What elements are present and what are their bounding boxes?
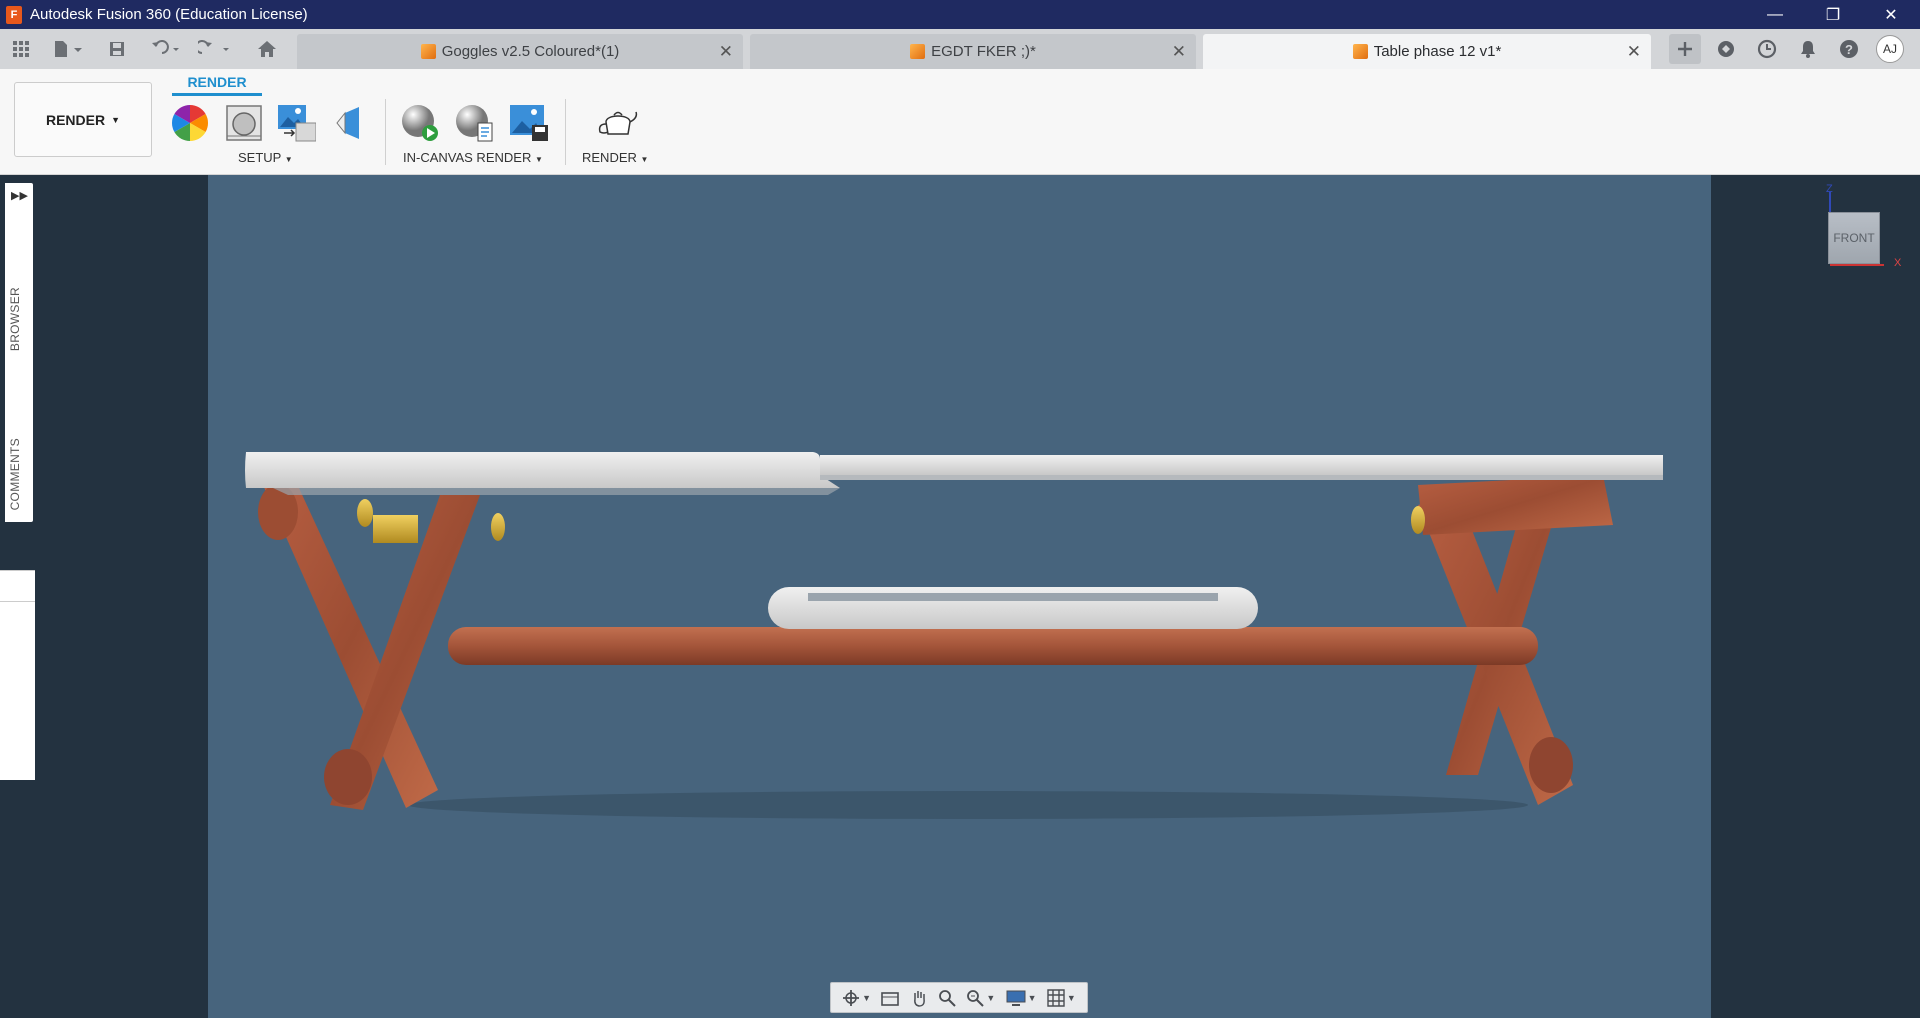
capture-image-icon[interactable] bbox=[508, 102, 548, 144]
tab-label: EGDT FKER ;)* bbox=[931, 43, 1036, 60]
workspace-switcher-button[interactable]: RENDER ▼ bbox=[14, 82, 152, 157]
browser-toggle[interactable]: BROWSER bbox=[8, 287, 22, 351]
render-viewport[interactable] bbox=[208, 175, 1711, 1018]
color-wheel-icon[interactable] bbox=[170, 102, 210, 144]
table-model-render bbox=[245, 452, 1663, 819]
tab-label: Goggles v2.5 Coloured*(1) bbox=[441, 43, 620, 60]
job-status-clock-icon[interactable] bbox=[1751, 34, 1783, 64]
z-axis-label: Z bbox=[1826, 183, 1833, 195]
viewcube-face-label: FRONT bbox=[1833, 231, 1875, 245]
teapot-render-icon[interactable] bbox=[596, 102, 640, 144]
orbit-icon[interactable]: ▼ bbox=[842, 989, 871, 1007]
undo-icon[interactable] bbox=[146, 37, 184, 61]
zoom-icon[interactable] bbox=[938, 989, 956, 1007]
active-tab-underline bbox=[172, 93, 262, 96]
render-settings-icon[interactable] bbox=[454, 102, 494, 144]
ribbon-separator bbox=[565, 99, 566, 165]
home-icon[interactable] bbox=[254, 37, 280, 61]
tab-goggles[interactable]: Goggles v2.5 Coloured*(1) ✕ bbox=[297, 34, 743, 69]
decal-icon[interactable] bbox=[332, 102, 372, 144]
fit-zoom-icon[interactable]: ▼ bbox=[966, 989, 995, 1007]
extensions-icon[interactable] bbox=[1710, 34, 1742, 64]
design-cube-icon bbox=[1352, 44, 1368, 59]
new-tab-plus-icon[interactable] bbox=[1669, 34, 1701, 64]
user-avatar[interactable]: AJ bbox=[1876, 35, 1904, 63]
fusion-logo-icon: F bbox=[6, 5, 22, 24]
panel-divider bbox=[0, 601, 35, 602]
save-icon[interactable] bbox=[104, 37, 130, 61]
title-bar: F Autodesk Fusion 360 (Education License… bbox=[0, 0, 1920, 29]
chevron-down-icon: ▼ bbox=[111, 114, 121, 125]
file-menu-icon[interactable] bbox=[48, 37, 86, 61]
grid-settings-icon[interactable]: ▼ bbox=[1047, 988, 1076, 1007]
setup-group-label[interactable]: SETUP ▼ bbox=[238, 150, 293, 165]
navigation-bar: ▼ ▼ ▼ ▼ bbox=[830, 982, 1088, 1013]
close-window-button[interactable]: ✕ bbox=[1862, 0, 1920, 29]
look-at-icon[interactable] bbox=[881, 990, 900, 1006]
side-panel-stub bbox=[0, 570, 35, 780]
x-axis-line bbox=[1830, 264, 1884, 266]
in-canvas-render-group-label[interactable]: IN-CANVAS RENDER ▼ bbox=[403, 150, 543, 165]
render-group-label[interactable]: RENDER ▼ bbox=[582, 150, 648, 165]
minimize-button[interactable]: — bbox=[1746, 0, 1804, 29]
workspace-label: RENDER bbox=[45, 111, 106, 128]
document-tab-bar: Goggles v2.5 Coloured*(1) ✕ EGDT FKER ;)… bbox=[0, 29, 1920, 69]
x-axis-label: X bbox=[1894, 257, 1902, 269]
design-cube-icon bbox=[420, 44, 436, 59]
tab-egdt[interactable]: EGDT FKER ;)* ✕ bbox=[750, 34, 1196, 69]
close-tab-icon[interactable]: ✕ bbox=[1172, 42, 1186, 62]
design-cube-icon bbox=[910, 44, 926, 59]
ribbon-toolbar: RENDER ▼ RENDER SETUP ▼ IN-CANVAS RENDER… bbox=[0, 69, 1920, 175]
tab-table-phase[interactable]: Table phase 12 v1* ✕ bbox=[1203, 34, 1651, 69]
expand-panel-icon[interactable]: ▶▶ bbox=[11, 189, 28, 202]
close-tab-icon[interactable]: ✕ bbox=[1627, 42, 1641, 62]
scene-settings-icon[interactable] bbox=[224, 102, 264, 144]
viewcube[interactable]: FRONT bbox=[1828, 212, 1880, 264]
notifications-bell-icon[interactable] bbox=[1792, 34, 1824, 64]
tab-label: Table phase 12 v1* bbox=[1373, 43, 1502, 60]
restore-button[interactable]: ❐ bbox=[1804, 0, 1862, 29]
tab-render[interactable]: RENDER bbox=[172, 74, 262, 90]
apps-grid-icon[interactable] bbox=[8, 37, 34, 61]
browser-collapsed-panel: ▶▶ BROWSER COMMENTS bbox=[5, 183, 33, 522]
display-settings-icon[interactable]: ▼ bbox=[1006, 989, 1037, 1007]
ribbon-separator bbox=[385, 99, 386, 165]
comments-toggle[interactable]: COMMENTS bbox=[8, 438, 22, 510]
start-render-icon[interactable] bbox=[400, 102, 440, 144]
svg-text:?: ? bbox=[1845, 42, 1853, 57]
close-tab-icon[interactable]: ✕ bbox=[719, 42, 733, 62]
window-title: Autodesk Fusion 360 (Education License) bbox=[30, 6, 308, 23]
pan-hand-icon[interactable] bbox=[910, 989, 928, 1007]
texture-map-icon[interactable] bbox=[276, 102, 316, 144]
help-icon[interactable]: ? bbox=[1833, 34, 1865, 64]
redo-icon[interactable] bbox=[196, 37, 234, 61]
